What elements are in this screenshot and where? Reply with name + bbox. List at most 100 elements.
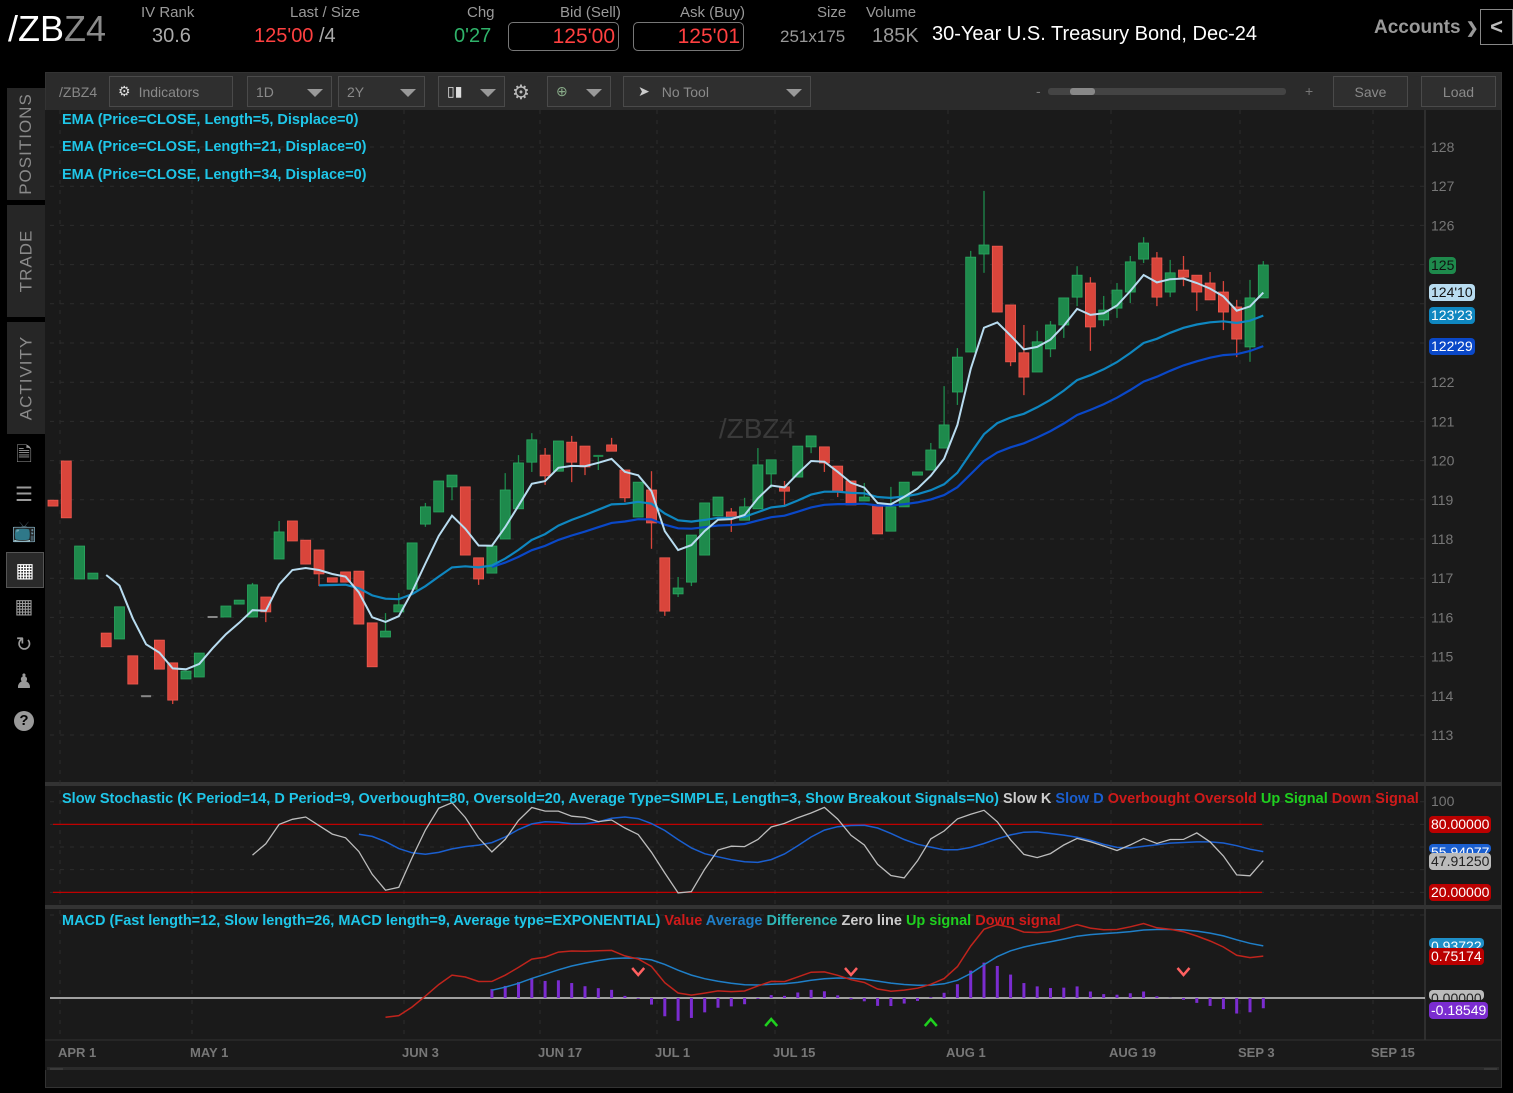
legend-slow-k: Slow K [1003, 791, 1052, 807]
candle-down [872, 504, 883, 535]
save-button[interactable]: Save [1333, 76, 1408, 107]
macd-title[interactable]: MACD (Fast length=12, Slow length=26, MA… [62, 913, 660, 929]
horizontal-scrollbar[interactable] [47, 1067, 1499, 1070]
grid-icon[interactable]: ▦ [10, 592, 38, 620]
legend-down-signal: Down Signal [1331, 791, 1419, 807]
ema5-legend[interactable]: EMA (Price=CLOSE, Length=5, Displace=0) [62, 112, 358, 128]
candle-up [712, 496, 724, 517]
timeframe-dropdown[interactable]: 2Y [338, 76, 425, 107]
tab-positions[interactable]: POSITIONS [7, 88, 45, 200]
macd-histogram-bar [1075, 986, 1079, 998]
candle-up [672, 587, 684, 595]
slow-d-badge: 55.94077 [1429, 844, 1492, 853]
tab-activity[interactable]: ACTIVITY [7, 322, 45, 434]
candle-down [1178, 269, 1189, 278]
legend-up-signal: Up signal [905, 913, 972, 929]
stochastic-title[interactable]: Slow Stochastic (K Period=14, D Period=9… [62, 791, 999, 807]
ask-label: Ask (Buy) [680, 4, 746, 21]
candle-up [938, 424, 950, 449]
legend-up-signal: Up Signal [1260, 791, 1328, 807]
candle-down [326, 577, 338, 583]
macd-histogram-bar [995, 965, 999, 998]
candle-down [459, 486, 471, 556]
macd-histogram-bar [1102, 994, 1106, 998]
stochastic-legend: Slow Stochastic (K Period=14, D Period=9… [62, 791, 1425, 807]
candle-up [526, 439, 538, 463]
zoom-slider[interactable] [1048, 88, 1286, 95]
candlestick-icon: ▯▮ [447, 83, 463, 99]
candle-up [180, 670, 192, 680]
chevron-down-icon: ❯ [1465, 20, 1479, 37]
candle-up [433, 480, 445, 513]
tv-icon[interactable]: 📺 [10, 517, 38, 545]
zoom-slider-thumb[interactable] [1069, 88, 1095, 95]
history-icon[interactable]: ↻ [10, 630, 38, 658]
x-axis-label: AUG 19 [1109, 1045, 1156, 1060]
macd-histogram-bar [583, 986, 587, 998]
candle-down [606, 444, 617, 452]
list-icon[interactable]: ☰ [10, 480, 38, 508]
legend-value: Value [664, 913, 703, 929]
chart-icon[interactable]: ▦ [6, 552, 44, 588]
chevron-down-icon [400, 89, 416, 97]
x-axis-label: JUN 17 [538, 1045, 582, 1060]
aggregation-dropdown[interactable]: 1D [247, 76, 332, 107]
macd-histogram-bar [1261, 998, 1265, 1009]
x-axis-label: SEP 3 [1238, 1045, 1275, 1060]
accounts-dropdown[interactable]: Accounts ❯ [1374, 17, 1478, 39]
help-icon[interactable]: ? [10, 707, 38, 735]
news-icon[interactable]: 🗎 [10, 443, 38, 471]
macd-histogram-bar [596, 988, 600, 998]
collapse-panel-button[interactable]: < [1480, 9, 1513, 45]
chg-label: Chg [467, 4, 495, 21]
symbol-watermark: /ZBZ4 [719, 413, 795, 444]
symbol[interactable]: /ZBZ4 [8, 8, 106, 50]
tab-trade[interactable]: TRADE [7, 205, 45, 317]
chart-style-dropdown[interactable]: ▯▮ [438, 76, 505, 107]
chg-value: 0'27 [454, 25, 492, 47]
ema21-legend[interactable]: EMA (Price=CLOSE, Length=21, Displace=0) [62, 139, 366, 155]
bid-button[interactable]: 125'00 [508, 22, 619, 51]
price-axis-label: 118 [1431, 531, 1454, 547]
legend-average: Average [705, 913, 763, 929]
community-icon[interactable]: ♟ [10, 667, 38, 695]
legend-zero-line: Zero line [841, 913, 902, 929]
scroll-left-button[interactable] [50, 1068, 63, 1070]
drawing-set-dropdown[interactable]: ⊕ [547, 76, 611, 107]
cursor-arrow-icon: ➤ [638, 83, 650, 99]
candle-up [978, 244, 990, 255]
tab-label: POSITIONS [16, 93, 36, 195]
legend-oversold: Oversold [1193, 791, 1257, 807]
load-button[interactable]: Load [1421, 76, 1496, 107]
price-axis-label: 119 [1431, 492, 1454, 508]
legend-overbought: Overbought [1107, 791, 1190, 807]
tab-label: ACTIVITY [16, 335, 36, 421]
price-axis-label: 113 [1431, 727, 1454, 743]
panel-divider[interactable] [45, 905, 1501, 909]
symbol-contract: Z4 [64, 8, 107, 49]
macd-histogram-bar [942, 992, 946, 998]
scroll-right-button[interactable] [1484, 1068, 1497, 1070]
ema34-legend[interactable]: EMA (Price=CLOSE, Length=34, Displace=0) [62, 167, 366, 183]
settings-gear-icon[interactable]: ⚙ [512, 80, 530, 105]
macd-histogram-bar [769, 995, 773, 998]
candle-up [952, 356, 963, 393]
panel-divider[interactable] [45, 782, 1501, 786]
macd-histogram-bar [1128, 993, 1132, 998]
bid-ask-size: 251x175 [780, 27, 846, 46]
price-axis-label: 128 [1431, 139, 1455, 155]
zoom-in-button[interactable]: + [1305, 83, 1313, 99]
zoom-out-button[interactable]: - [1036, 83, 1041, 99]
indicators-label: Indicators [138, 83, 200, 100]
x-axis-label: AUG 1 [946, 1045, 986, 1060]
drawing-tool-dropdown[interactable]: ➤ No Tool [623, 76, 811, 107]
macd-histogram-bar [889, 998, 893, 1007]
macd-legend: MACD (Fast length=12, Slow length=26, MA… [62, 913, 1130, 929]
indicators-button[interactable]: ⚙ Indicators [109, 76, 233, 107]
candle-up [925, 449, 937, 471]
instrument-description: 30-Year U.S. Treasury Bond, Dec-24 [932, 23, 1257, 45]
timeframe-value: 2Y [347, 83, 365, 100]
drawing-tool-value: No Tool [661, 83, 709, 100]
ask-button[interactable]: 125'01 [633, 22, 744, 51]
candle-body [141, 695, 152, 698]
